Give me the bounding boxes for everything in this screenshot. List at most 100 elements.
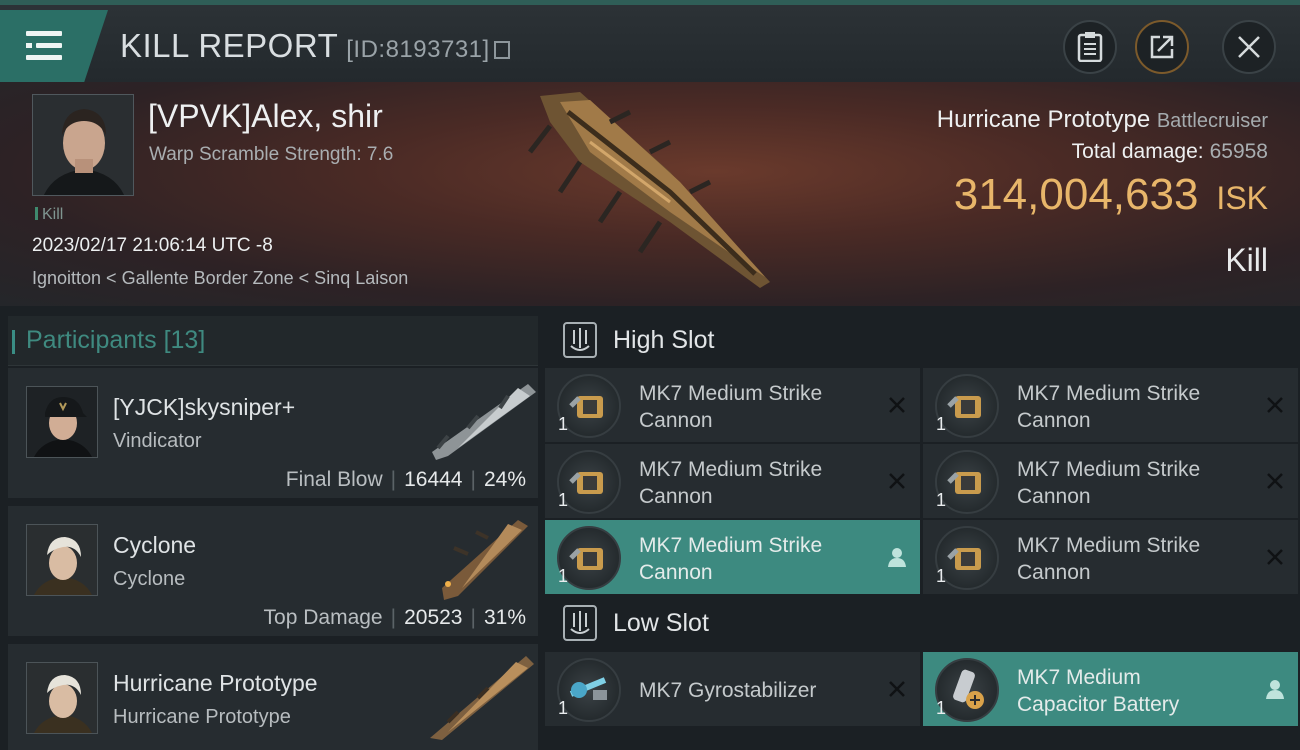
person-icon — [888, 548, 906, 567]
close-button[interactable] — [1222, 20, 1276, 74]
stat-label: Top Damage — [263, 606, 383, 629]
module-name: MK7 Medium Strike Cannon — [1017, 456, 1247, 510]
stat-separator: | — [390, 606, 397, 629]
low-slot-label: Low Slot — [613, 609, 709, 637]
participant-row[interactable]: Cyclone Cyclone Top Damage | 20523 | 31% — [8, 506, 538, 638]
module-name-line1: MK7 Medium Strike — [639, 458, 823, 481]
person-icon — [1266, 680, 1284, 699]
module-name-line1: MK7 Gyrostabilizer — [639, 679, 817, 702]
module-tile[interactable]: 1 MK7 Medium Strike Cannon — [923, 368, 1298, 442]
participants-title: Participants [13] — [11, 326, 206, 355]
title-text: KILL REPORT — [120, 27, 339, 64]
victim-ship-name: Hurricane Prototype — [936, 106, 1151, 133]
module-tile[interactable]: 1 MK7 Medium Strike Cannon — [545, 368, 920, 442]
participant-name: [YJCK]skysniper+ — [113, 394, 296, 420]
victim-ship-class: Battlecruiser — [1156, 110, 1268, 132]
result-label: Kill — [1225, 242, 1268, 278]
stat-damage: 20523 — [404, 606, 463, 629]
module-name: MK7 Gyrostabilizer — [639, 677, 869, 704]
module-quantity: 1 — [936, 698, 947, 718]
participant-row[interactable]: Hurricane Prototype Hurricane Prototype — [8, 644, 538, 750]
share-button[interactable] — [1135, 20, 1189, 74]
module-name-line2: Cannon — [1017, 485, 1091, 508]
low-slot-header: Low Slot — [545, 599, 1300, 649]
module-tile-dropped[interactable]: 1 MK7 Medium Strike Cannon — [545, 520, 920, 594]
menu-button[interactable] — [0, 10, 108, 82]
dropped-x-icon — [1267, 473, 1283, 489]
module-name-line2: Cannon — [1017, 409, 1091, 432]
module-quantity: 1 — [936, 490, 947, 510]
stat-damage: 16444 — [404, 468, 463, 491]
stat-separator: | — [470, 468, 476, 491]
slot-icon — [563, 605, 597, 641]
module-name: MK7 Medium Strike Cannon — [639, 532, 869, 586]
dropped-x-icon — [1267, 549, 1283, 565]
victim-ship: Hurricane Prototype Battlecruiser — [937, 106, 1268, 134]
warp-scramble-strength: Warp Scramble Strength: 7.6 — [149, 144, 394, 165]
total-damage-value: 65958 — [1209, 140, 1268, 163]
module-quantity: 1 — [558, 490, 569, 510]
dropped-x-icon — [889, 681, 905, 697]
participant-ship: Cyclone — [113, 568, 186, 590]
module-quantity: 1 — [558, 698, 569, 718]
victim-portrait[interactable] — [32, 94, 134, 196]
participant-avatar — [26, 386, 98, 458]
share-icon — [1150, 35, 1174, 59]
participant-ship: Vindicator — [113, 430, 202, 452]
top-bar: KILL REPORT [ID:8193731] — [0, 0, 1300, 82]
participant-stats: Final Blow | 16444 | 24% — [286, 468, 526, 492]
module-name-line1: MK7 Medium Strike — [639, 382, 823, 405]
module-name: MK7 Medium Strike Cannon — [639, 456, 869, 510]
participant-row[interactable]: [YJCK]skysniper+ Vindicator Final Blow | 1… — [8, 368, 538, 500]
copy-icon[interactable] — [493, 41, 510, 59]
participant-stats: Top Damage | 20523 | 31% — [264, 606, 526, 630]
module-tile[interactable]: 1 MK7 Medium Strike Cannon — [545, 444, 920, 518]
module-tile[interactable]: 1 MK7 Medium Strike Cannon — [923, 444, 1298, 518]
stat-percent: 24% — [483, 468, 526, 491]
participant-ship: Hurricane Prototype — [113, 706, 291, 728]
close-icon — [1238, 36, 1260, 58]
kill-datetime: 2023/02/17 21:06:14 UTC -8 — [32, 235, 273, 256]
module-name-line2: Cannon — [639, 561, 713, 584]
high-slot-header: High Slot — [545, 316, 1300, 366]
dropped-x-icon — [1267, 397, 1283, 413]
module-name-line1: MK7 Medium — [1017, 666, 1141, 689]
module-quantity: 1 — [558, 566, 569, 586]
participant-avatar — [26, 524, 98, 596]
clipboard-icon — [1077, 32, 1103, 62]
module-name-line2: Cannon — [1017, 561, 1091, 584]
module-quantity: 1 — [936, 566, 947, 586]
module-name-line1: MK7 Medium Strike — [639, 534, 823, 557]
module-name-line1: MK7 Medium Strike — [1017, 534, 1201, 557]
dropped-x-icon — [889, 397, 905, 413]
module-tile-dropped[interactable]: 1 MK7 Medium Capacitor Battery — [923, 652, 1298, 726]
slot-icon — [563, 322, 597, 358]
isk-amount: 314,004,633 — [953, 170, 1199, 219]
total-damage: Total damage: 65958 — [1072, 140, 1268, 164]
module-name-line1: MK7 Medium Strike — [1017, 458, 1201, 481]
clipboard-button[interactable] — [1063, 20, 1117, 74]
participant-ship-image — [430, 656, 534, 740]
isk-value: 314,004,633 ISK — [954, 170, 1268, 220]
module-quantity: 1 — [936, 414, 947, 434]
victim-name: [VPVK]Alex, shir — [148, 98, 383, 134]
stat-label: Final Blow — [285, 468, 383, 491]
module-name-line2: Cannon — [639, 409, 713, 432]
participant-name: Cyclone — [113, 532, 197, 558]
stat-separator: | — [470, 606, 476, 629]
module-name-line1: MK7 Medium Strike — [1017, 382, 1201, 405]
participants-count: [13] — [163, 326, 206, 354]
module-quantity: 1 — [558, 414, 569, 434]
module-tile[interactable]: 1 MK7 Medium Strike Cannon — [923, 520, 1298, 594]
menu-icon — [26, 31, 62, 61]
participant-ship-image — [432, 384, 536, 460]
module-tile[interactable]: 1 MK7 Gyrostabilizer — [545, 652, 920, 726]
participants-heading: Participants — [26, 326, 157, 354]
high-slot-label: High Slot — [613, 326, 715, 354]
dropped-x-icon — [889, 473, 905, 489]
victim-panel: [VPVK]Alex, shir Warp Scramble Strength:… — [0, 82, 1300, 306]
stat-percent: 31% — [483, 606, 526, 629]
isk-unit: ISK — [1216, 180, 1268, 216]
stat-separator: | — [390, 468, 397, 491]
module-name-line2: Capacitor Battery — [1017, 693, 1180, 716]
